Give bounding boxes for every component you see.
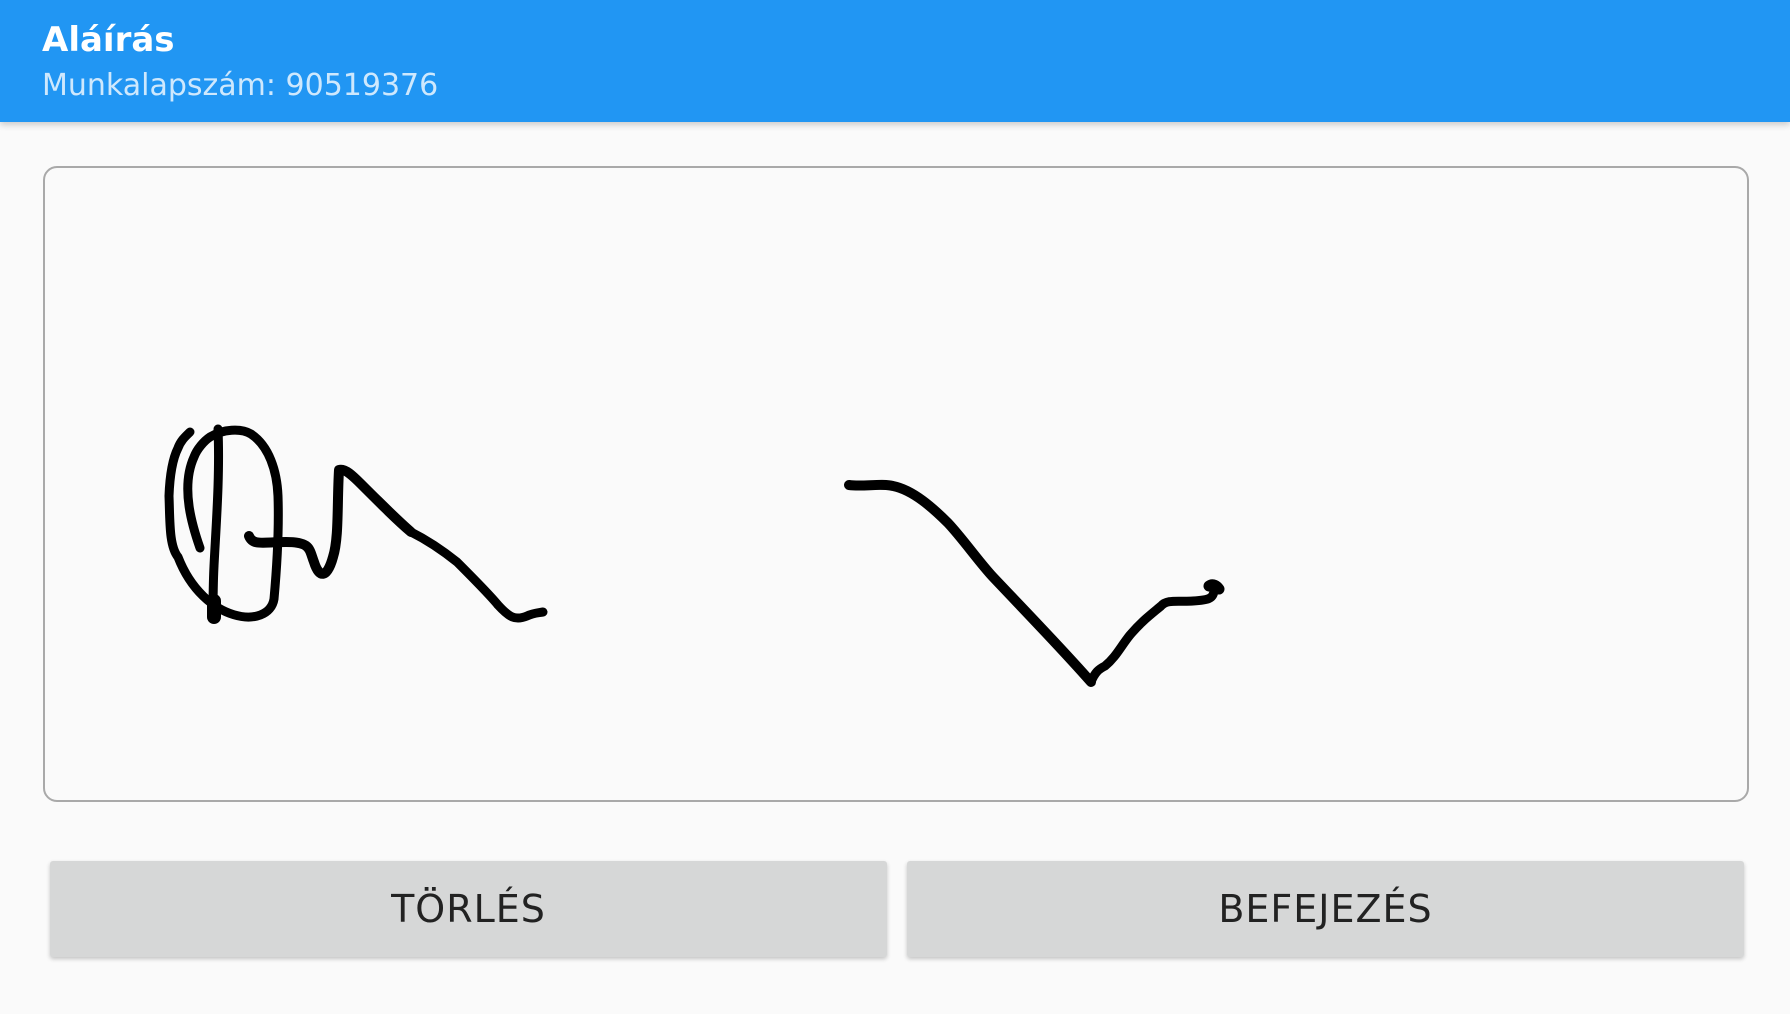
signature-drawing (164, 424, 1225, 687)
signature-pad[interactable] (43, 166, 1749, 802)
app-bar: Aláírás Munkalapszám: 90519376 (0, 0, 1790, 122)
clear-button[interactable]: TÖRLÉS (50, 861, 887, 957)
page-title: Aláírás (42, 20, 175, 60)
finish-button[interactable]: BEFEJEZÉS (907, 861, 1744, 957)
worksheet-number: Munkalapszám: 90519376 (42, 68, 439, 103)
